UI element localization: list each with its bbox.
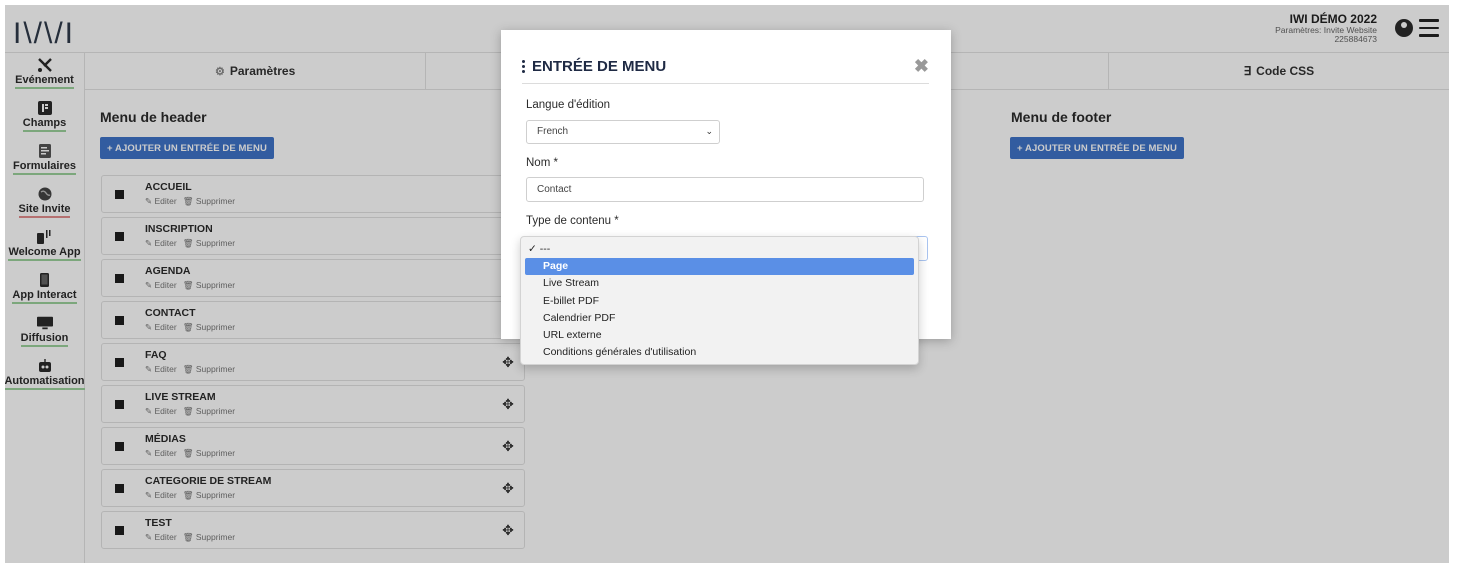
- option-cgu[interactable]: Conditions générales d'utilisation: [525, 344, 914, 361]
- language-select[interactable]: French ⌄: [526, 120, 720, 144]
- modal-title-text: ENTRÉE DE MENU: [532, 58, 667, 75]
- language-select-value: French: [537, 126, 569, 137]
- name-input[interactable]: Contact: [526, 177, 924, 202]
- option-page[interactable]: Page: [525, 258, 914, 276]
- option-empty[interactable]: ✓ ---: [525, 241, 914, 258]
- content-type-dropdown: ✓ --- Page Live Stream E-billet PDF Cale…: [520, 236, 919, 365]
- name-label: Nom *: [526, 157, 558, 169]
- kebab-icon: [522, 60, 525, 73]
- option-live-stream[interactable]: Live Stream: [525, 275, 914, 292]
- chevron-down-icon: ⌄: [705, 126, 713, 136]
- option-calendrier-pdf[interactable]: Calendrier PDF: [525, 310, 914, 327]
- app-frame: I\/\/I IWI DÉMO 2022 Paramètres: Invite …: [5, 5, 1449, 563]
- close-icon[interactable]: ✖: [914, 56, 929, 77]
- option-url-externe[interactable]: URL externe: [525, 327, 914, 344]
- content-type-label: Type de contenu *: [526, 215, 619, 227]
- modal-title: ENTRÉE DE MENU: [522, 58, 666, 75]
- language-label: Langue d'édition: [526, 99, 611, 111]
- option-ebillet-pdf[interactable]: E-billet PDF: [525, 293, 914, 310]
- modal-header: ENTRÉE DE MENU ✖: [522, 56, 929, 84]
